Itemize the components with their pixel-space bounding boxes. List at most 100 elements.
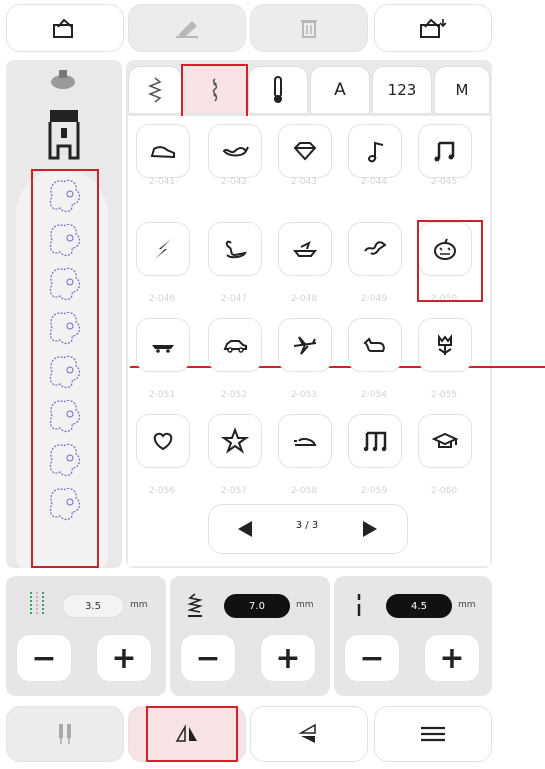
active-tab-highlight — [181, 64, 248, 119]
mirror-vertical-button[interactable] — [250, 706, 368, 762]
previous-page-button[interactable] — [210, 506, 280, 552]
save-button[interactable] — [374, 4, 492, 52]
stitch-item[interactable] — [208, 124, 262, 178]
tulip-icon — [438, 334, 452, 355]
shoe-icon — [150, 146, 175, 159]
pattern-motif — [49, 443, 81, 477]
train-icon — [152, 345, 174, 353]
stitch-length-value[interactable]: 7.0 — [224, 594, 290, 618]
save-icon — [420, 18, 447, 38]
stitch-number: 2-058 — [290, 486, 318, 496]
menu-button[interactable] — [374, 706, 492, 762]
stitch-number: 2-044 — [360, 177, 388, 187]
bird-icon — [364, 241, 387, 255]
twin-needle-icon — [59, 724, 71, 744]
stitch-width-value[interactable]: 3.5 — [62, 594, 124, 618]
pattern-preview — [46, 176, 86, 564]
stitch-item[interactable] — [348, 124, 402, 178]
stitch-item[interactable] — [418, 124, 472, 178]
annotation-line — [130, 366, 545, 368]
next-page-button[interactable] — [334, 506, 406, 552]
stitch-number: 2-048 — [290, 294, 318, 304]
zigzag-stitch-icon — [148, 77, 162, 103]
stitch-length-icon — [187, 593, 203, 617]
stitch-number: 2-056 — [148, 486, 176, 496]
stitch-number: 2-055 — [430, 390, 458, 400]
music-note-icon — [367, 141, 384, 163]
stitch-item[interactable] — [208, 222, 262, 276]
stitch-item[interactable] — [278, 318, 332, 372]
needle-position-plus-button[interactable]: + — [424, 634, 480, 682]
stitch-number: 2-049 — [360, 294, 388, 304]
eraser-button[interactable] — [128, 4, 246, 52]
stitch-width-minus-button[interactable]: − — [16, 634, 72, 682]
stitch-item[interactable] — [348, 318, 402, 372]
arrow-right-icon — [363, 521, 377, 537]
pattern-motif — [49, 355, 81, 389]
menu-icon — [421, 726, 445, 742]
foot-indicator-icon[interactable] — [44, 108, 84, 164]
home-button[interactable] — [6, 4, 124, 52]
eraser-icon — [176, 21, 198, 38]
stitch-number: 2-057 — [220, 486, 248, 496]
twin-needle-button[interactable] — [6, 706, 124, 762]
pattern-motif — [49, 311, 81, 345]
graduation-cap-icon — [431, 432, 459, 448]
stitch-length-minus-button[interactable]: − — [180, 634, 236, 682]
stitch-number: 2-041 — [148, 177, 176, 187]
stitch-number: 2-052 — [220, 390, 248, 400]
stitch-number: 2-060 — [430, 486, 458, 496]
stitch-number: 2-043 — [290, 177, 318, 187]
stitch-item[interactable] — [348, 414, 402, 468]
needle-position-value[interactable]: 4.5 — [386, 594, 452, 618]
stitch-number: 2-045 — [430, 177, 458, 187]
quilt-stitch-icon — [274, 76, 282, 103]
presser-foot-icon[interactable] — [48, 68, 78, 92]
stitch-item[interactable] — [418, 414, 472, 468]
star-icon — [221, 427, 249, 454]
needle-position-unit: mm — [458, 600, 476, 610]
tab-alphabet[interactable]: A — [310, 66, 370, 114]
delete-button[interactable] — [250, 4, 368, 52]
stitch-item[interactable] — [418, 318, 472, 372]
turtle-icon — [294, 437, 317, 446]
page-indicator: 3 / 3 — [295, 520, 319, 531]
tab-label: M — [455, 81, 469, 99]
double-music-note-icon — [434, 141, 455, 162]
triple-note-icon — [363, 431, 387, 452]
stitch-number: 2-042 — [220, 177, 248, 187]
stitch-item[interactable] — [348, 222, 402, 276]
swan-icon — [225, 240, 247, 259]
pattern-motif — [49, 223, 81, 257]
stitch-width-unit: mm — [130, 600, 148, 610]
lightning-icon — [155, 239, 171, 259]
stitch-item[interactable] — [208, 414, 262, 468]
stitch-item[interactable] — [136, 414, 190, 468]
stitch-item[interactable] — [136, 222, 190, 276]
stitch-number: 2-047 — [220, 294, 248, 304]
mirror-button-highlight — [146, 706, 238, 762]
tab-memory[interactable]: M — [434, 66, 490, 114]
tab-utility-stitches[interactable] — [128, 66, 182, 114]
home-screen-icon — [53, 18, 73, 38]
needle-position-minus-button[interactable]: − — [344, 634, 400, 682]
stitch-item[interactable] — [208, 318, 262, 372]
heart-icon — [153, 432, 173, 451]
stitch-item[interactable] — [278, 222, 332, 276]
stitch-item[interactable] — [278, 414, 332, 468]
stitch-width-plus-button[interactable]: + — [96, 634, 152, 682]
trash-icon — [301, 20, 317, 38]
tab-quilt-stitches[interactable] — [248, 66, 308, 114]
whale-icon — [222, 146, 249, 157]
stitch-length-plus-button[interactable]: + — [260, 634, 316, 682]
tab-numbers[interactable]: 123 — [372, 66, 432, 114]
stitch-item[interactable] — [136, 318, 190, 372]
pattern-motif — [49, 179, 81, 213]
stitch-length-unit: mm — [296, 600, 314, 610]
stitch-number: 2-059 — [360, 486, 388, 496]
tab-label: A — [334, 80, 346, 100]
stitch-item[interactable] — [278, 124, 332, 178]
arrow-left-icon — [238, 521, 252, 537]
stitch-item[interactable] — [136, 124, 190, 178]
diamond-icon — [293, 142, 317, 161]
